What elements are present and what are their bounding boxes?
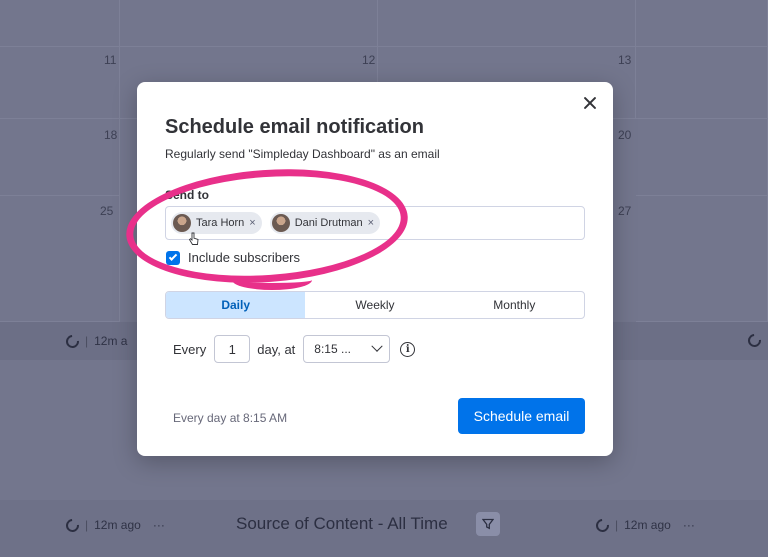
- day-number: 18: [104, 128, 118, 142]
- schedule-email-dialog: Schedule email notification Regularly se…: [137, 82, 613, 456]
- divider: |: [615, 518, 619, 532]
- interval-input[interactable]: [214, 335, 251, 363]
- strip-meta-right: [745, 331, 764, 350]
- tab-daily[interactable]: Daily: [166, 292, 306, 318]
- every-label: Every: [173, 341, 207, 357]
- remove-icon[interactable]: ×: [368, 217, 374, 229]
- schedule-summary: Every day at 8:15 AM: [173, 411, 288, 425]
- recurrence-row: Every day, at 8:15 ... i: [173, 335, 416, 363]
- avatar-icon: [173, 214, 191, 232]
- calendar-cell: [636, 196, 768, 322]
- include-subscribers-row[interactable]: Include subscribers: [166, 250, 300, 265]
- footer-meta-right: | 12m ago ···: [593, 515, 695, 535]
- recipient-name: Dani Drutman: [294, 217, 363, 229]
- widget-title: Source of Content - All Time: [236, 514, 448, 533]
- include-subscribers-label: Include subscribers: [188, 250, 300, 265]
- time-value: 8:15 ...: [314, 342, 351, 356]
- recipient-name: Tara Horn: [196, 217, 245, 229]
- day-number: 11: [104, 53, 117, 67]
- calendar-cell: [636, 119, 768, 196]
- info-icon[interactable]: i: [400, 341, 416, 357]
- divider: |: [85, 518, 89, 532]
- refresh-icon[interactable]: [63, 331, 82, 351]
- close-icon[interactable]: [579, 92, 601, 114]
- tab-monthly[interactable]: Monthly: [445, 292, 584, 318]
- recipient-chip[interactable]: Dani Drutman ×: [269, 212, 381, 234]
- day-number: 25: [100, 204, 114, 218]
- calendar-cell: [636, 47, 768, 119]
- dialog-subtitle: Regularly send "Simpleday Dashboard" as …: [165, 147, 440, 161]
- day-number: 20: [618, 128, 632, 142]
- filter-icon: [482, 518, 494, 530]
- refresh-icon[interactable]: [63, 515, 82, 535]
- day-number: 27: [618, 204, 632, 218]
- calendar-cell: [378, 0, 636, 47]
- calendar-cell: [636, 0, 768, 47]
- remove-icon[interactable]: ×: [249, 217, 255, 229]
- updated-age: 12m ago: [624, 518, 671, 532]
- calendar-cell: [120, 0, 378, 47]
- day-number: 13: [618, 53, 632, 67]
- calendar-cell: [0, 119, 120, 196]
- refresh-icon[interactable]: [593, 515, 612, 535]
- dialog-title: Schedule email notification: [165, 116, 424, 138]
- calendar-cell: [0, 0, 120, 47]
- footer-meta-left: | 12m ago ···: [63, 515, 165, 535]
- calendar-cell: [0, 47, 120, 119]
- include-subscribers-checkbox[interactable]: [166, 250, 180, 265]
- divider: |: [85, 334, 89, 348]
- day-number: 12: [362, 53, 376, 67]
- time-select[interactable]: 8:15 ...: [303, 335, 391, 363]
- tab-weekly[interactable]: Weekly: [305, 292, 444, 318]
- more-options-icon[interactable]: ···: [153, 518, 165, 532]
- day-at-label: day, at: [257, 341, 296, 357]
- updated-age: 12m a: [94, 334, 128, 348]
- check-icon: [168, 251, 178, 261]
- more-options-icon[interactable]: ···: [683, 518, 695, 532]
- refresh-icon[interactable]: [745, 331, 764, 350]
- updated-age: 12m ago: [94, 518, 141, 532]
- chevron-down-icon: [371, 340, 383, 352]
- recipient-chip[interactable]: Tara Horn ×: [171, 212, 262, 234]
- schedule-email-button[interactable]: Schedule email: [458, 398, 585, 434]
- strip-meta: | 12m a: [63, 331, 128, 351]
- recipients-input[interactable]: Tara Horn × Dani Drutman ×: [165, 206, 585, 240]
- frequency-tabs: Daily Weekly Monthly: [165, 291, 585, 319]
- send-to-label: Send to: [165, 188, 209, 202]
- avatar-icon: [271, 214, 290, 232]
- filter-button[interactable]: [476, 512, 500, 536]
